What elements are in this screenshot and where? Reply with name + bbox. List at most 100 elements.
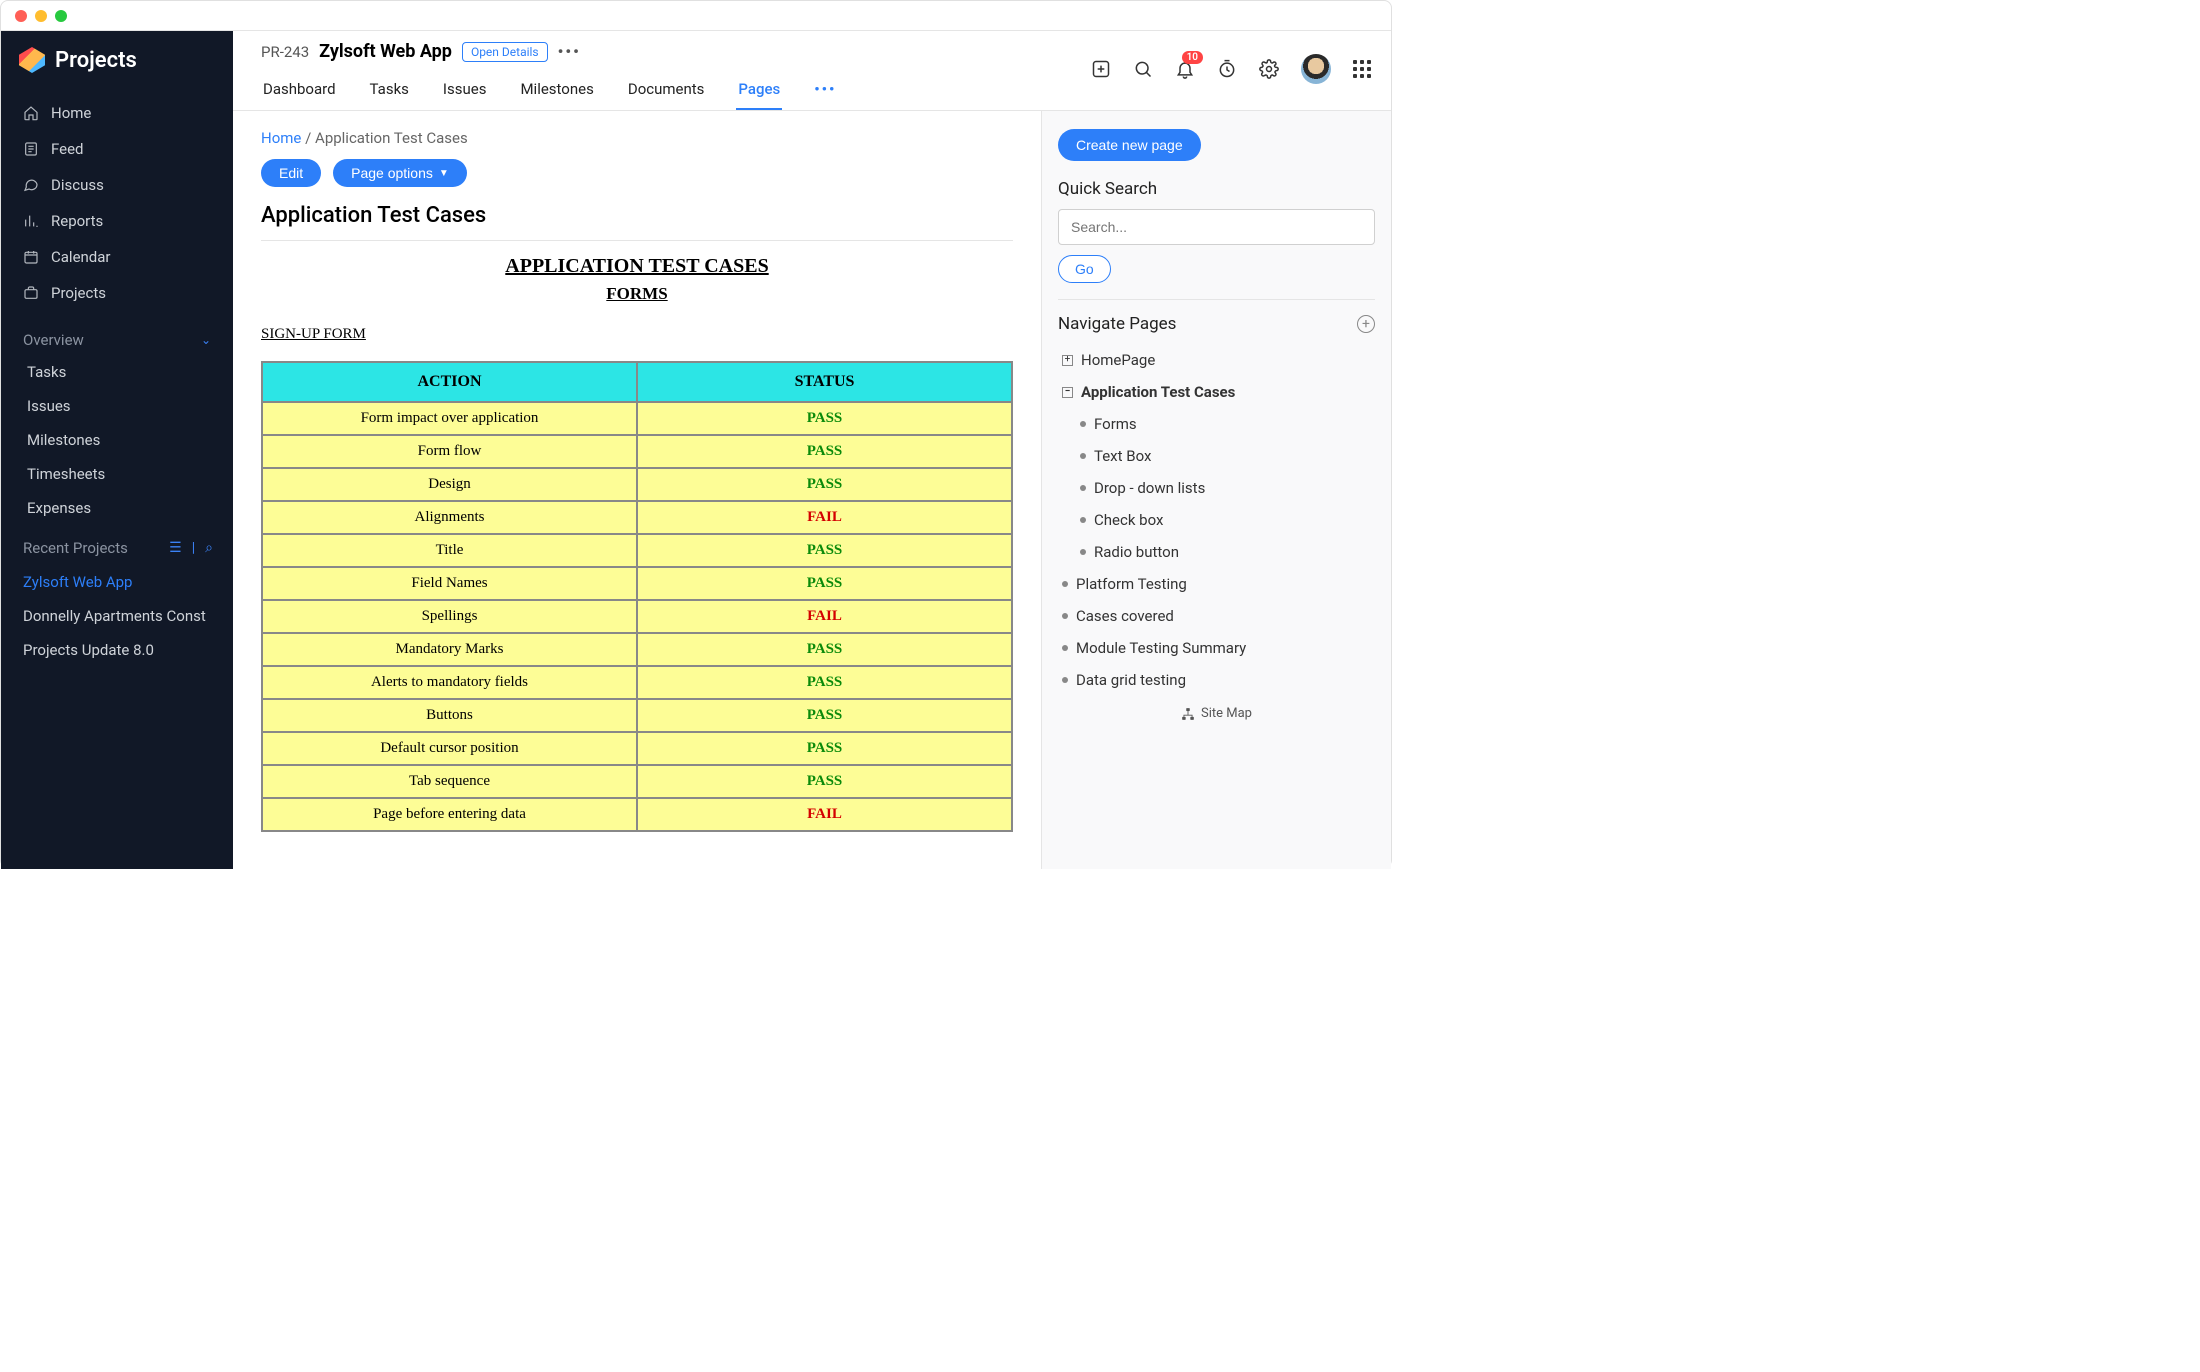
tab-tasks[interactable]: Tasks	[368, 70, 411, 110]
table-row: ButtonsPASS	[262, 699, 1012, 732]
table-row: SpellingsFAIL	[262, 600, 1012, 633]
cell-action: Title	[262, 534, 637, 567]
cell-status: PASS	[637, 534, 1012, 567]
nav-item-reports[interactable]: Reports	[1, 203, 233, 239]
tree-item[interactable]: Data grid testing	[1058, 664, 1375, 696]
form-section-label: SIGN-UP FORM	[261, 326, 1013, 343]
cell-status: PASS	[637, 435, 1012, 468]
collapse-icon[interactable]: −	[1062, 387, 1073, 398]
tree-child-item[interactable]: Radio button	[1058, 536, 1375, 568]
cell-action: Mandatory Marks	[262, 633, 637, 666]
recent-project-item[interactable]: Zylsoft Web App	[1, 565, 233, 599]
tab-milestones[interactable]: Milestones	[518, 70, 595, 110]
topbar-actions: 10	[1091, 54, 1371, 98]
tab-documents[interactable]: Documents	[626, 70, 707, 110]
page-title: Application Test Cases	[261, 203, 1013, 241]
bullet-icon	[1080, 517, 1086, 523]
close-window-dot[interactable]	[15, 10, 27, 22]
breadcrumb-home[interactable]: Home	[261, 129, 301, 147]
cell-action: Alerts to mandatory fields	[262, 666, 637, 699]
sidebar-item-expenses[interactable]: Expenses	[1, 491, 233, 525]
page-options-label: Page options	[351, 165, 433, 181]
more-icon[interactable]: •••	[558, 42, 581, 61]
add-icon[interactable]	[1091, 59, 1111, 79]
sidebar-item-milestones[interactable]: Milestones	[1, 423, 233, 457]
feed-icon	[23, 141, 39, 157]
filter-icon[interactable]: ☰	[169, 540, 182, 556]
notifications-icon[interactable]: 10	[1175, 59, 1195, 79]
table-row: DesignPASS	[262, 468, 1012, 501]
overview-section-header[interactable]: Overview ⌄	[1, 317, 233, 355]
add-page-icon[interactable]: +	[1357, 315, 1375, 333]
sidebar-item-tasks[interactable]: Tasks	[1, 355, 233, 389]
table-row: Default cursor positionPASS	[262, 732, 1012, 765]
site-map-link[interactable]: Site Map	[1058, 696, 1375, 721]
tree-child-item[interactable]: Drop - down lists	[1058, 472, 1375, 504]
tree-item[interactable]: Module Testing Summary	[1058, 632, 1375, 664]
user-avatar[interactable]	[1301, 54, 1331, 84]
recent-project-item[interactable]: Projects Update 8.0	[1, 633, 233, 667]
search-icon[interactable]: ⌕	[205, 540, 213, 556]
cell-status: PASS	[637, 732, 1012, 765]
tree-item[interactable]: Platform Testing	[1058, 568, 1375, 600]
site-map-label: Site Map	[1201, 706, 1252, 721]
tab-dashboard[interactable]: Dashboard	[261, 70, 338, 110]
tree-child-item[interactable]: Text Box	[1058, 440, 1375, 472]
tab-issues[interactable]: Issues	[441, 70, 489, 110]
tab-pages[interactable]: Pages	[736, 70, 782, 110]
bullet-icon	[1080, 549, 1086, 555]
apps-grid-icon[interactable]	[1353, 60, 1371, 78]
nav-item-feed[interactable]: Feed	[1, 131, 233, 167]
nav-item-projects[interactable]: Projects	[1, 275, 233, 311]
app-name: Projects	[55, 48, 137, 73]
project-code: PR-243	[261, 43, 309, 61]
sidebar-item-issues[interactable]: Issues	[1, 389, 233, 423]
page-options-button[interactable]: Page options ▼	[333, 159, 467, 187]
tree-item-application-test-cases[interactable]: − Application Test Cases	[1058, 376, 1375, 408]
breadcrumb-current: Application Test Cases	[315, 129, 468, 147]
go-button[interactable]: Go	[1058, 255, 1111, 283]
tree-label: Drop - down lists	[1094, 479, 1205, 497]
minimize-window-dot[interactable]	[35, 10, 47, 22]
nav-item-home[interactable]: Home	[1, 95, 233, 131]
doc-heading: APPLICATION TEST CASES	[261, 255, 1013, 278]
bullet-icon	[1062, 613, 1068, 619]
nav-item-calendar[interactable]: Calendar	[1, 239, 233, 275]
caret-down-icon: ▼	[439, 168, 449, 179]
nav-item-discuss[interactable]: Discuss	[1, 167, 233, 203]
timer-icon[interactable]	[1217, 59, 1237, 79]
projects-icon	[23, 285, 39, 301]
bullet-icon	[1080, 485, 1086, 491]
create-new-page-button[interactable]: Create new page	[1058, 129, 1201, 161]
bullet-icon	[1062, 677, 1068, 683]
tab-more-icon[interactable]: •••	[812, 70, 838, 110]
tree-item-homepage[interactable]: + HomePage	[1058, 344, 1375, 376]
search-icon[interactable]	[1133, 59, 1153, 79]
settings-icon[interactable]	[1259, 59, 1279, 79]
bullet-icon	[1080, 421, 1086, 427]
project-title: Zylsoft Web App	[319, 41, 452, 62]
open-details-button[interactable]: Open Details	[462, 42, 548, 62]
right-panel: Create new page Quick Search Go Navigate…	[1041, 111, 1391, 869]
pages-tree: + HomePage − Application Test Cases Form…	[1058, 344, 1375, 696]
app-logo[interactable]: Projects	[1, 31, 233, 89]
cell-status: PASS	[637, 666, 1012, 699]
sitemap-icon	[1181, 707, 1195, 721]
sidebar-item-timesheets[interactable]: Timesheets	[1, 457, 233, 491]
cell-action: Form impact over application	[262, 402, 637, 435]
tree-item[interactable]: Cases covered	[1058, 600, 1375, 632]
tree-child-item[interactable]: Check box	[1058, 504, 1375, 536]
project-tabs: Dashboard Tasks Issues Milestones Documents P…	[261, 70, 838, 110]
quick-search-input[interactable]	[1058, 209, 1375, 245]
table-row: Form flowPASS	[262, 435, 1012, 468]
recent-project-item[interactable]: Donnelly Apartments Const	[1, 599, 233, 633]
maximize-window-dot[interactable]	[55, 10, 67, 22]
window-chrome	[1, 1, 1391, 31]
primary-nav: HomeFeed Discuss ReportsCalendarProjects	[1, 89, 233, 317]
nav-label: Discuss	[51, 176, 104, 194]
table-row: AlignmentsFAIL	[262, 501, 1012, 534]
tree-child-item[interactable]: Forms	[1058, 408, 1375, 440]
expand-icon[interactable]: +	[1062, 355, 1073, 366]
quick-search-heading: Quick Search	[1058, 179, 1375, 199]
edit-button[interactable]: Edit	[261, 159, 321, 187]
